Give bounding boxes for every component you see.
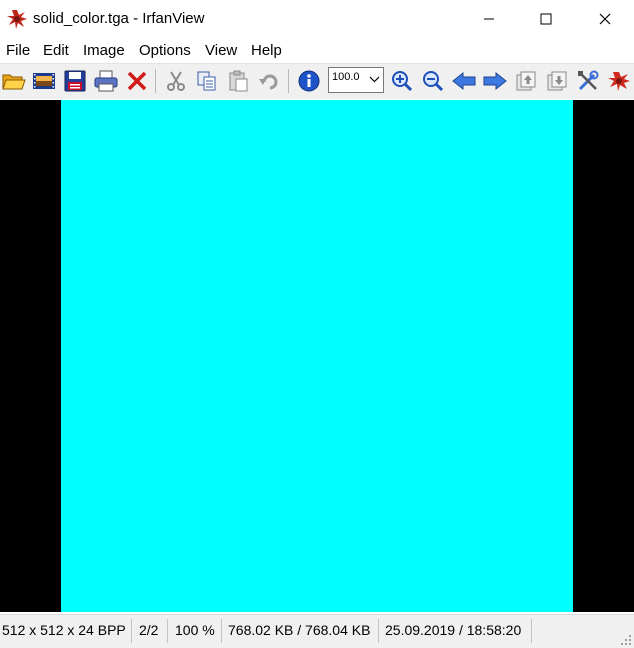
displayed-image	[61, 100, 573, 612]
menu-bar: File Edit Image Options View Help	[0, 38, 634, 63]
status-size: 768.02 KB / 768.04 KB	[228, 622, 371, 638]
image-viewport[interactable]	[0, 100, 634, 612]
zoom-out-icon	[423, 71, 444, 92]
properties-button[interactable]	[575, 68, 601, 94]
next-icon	[483, 71, 507, 91]
status-dimensions: 512 x 512 x 24 BPP	[2, 622, 126, 638]
zoom-select[interactable]: 100.0	[328, 67, 384, 93]
minimize-icon	[484, 18, 494, 20]
title-bar[interactable]: solid_color.tga - IrfanView	[0, 0, 634, 38]
open-button[interactable]	[1, 68, 27, 94]
first-icon	[516, 71, 536, 91]
menu-image[interactable]: Image	[83, 42, 125, 59]
copy-button[interactable]	[194, 68, 220, 94]
zoom-value: 100.0	[332, 71, 360, 83]
print-icon	[94, 70, 118, 92]
delete-button[interactable]	[124, 68, 150, 94]
undo-button[interactable]	[256, 68, 282, 94]
zoom-in-button[interactable]	[389, 68, 415, 94]
close-button[interactable]	[576, 0, 634, 38]
status-index: 2/2	[139, 622, 159, 638]
minimize-button[interactable]	[460, 0, 518, 38]
undo-icon	[259, 74, 278, 90]
status-divider	[131, 619, 132, 643]
status-divider	[167, 619, 168, 643]
first-image-button[interactable]	[513, 68, 539, 94]
info-icon	[298, 70, 320, 92]
toolbar: 100.0	[0, 63, 634, 99]
last-image-button[interactable]	[544, 68, 570, 94]
status-datetime: 25.09.2019 / 18:58:20	[385, 622, 522, 638]
delete-icon	[127, 71, 147, 91]
copy-icon	[197, 71, 216, 91]
print-button[interactable]	[93, 68, 119, 94]
previous-button[interactable]	[451, 68, 477, 94]
status-zoom: 100 %	[175, 622, 215, 638]
irfanview-button[interactable]	[606, 68, 632, 94]
menu-edit[interactable]: Edit	[43, 42, 69, 59]
cut-button[interactable]	[163, 68, 189, 94]
irfanview-window: solid_color.tga - IrfanView File Edit Im…	[0, 0, 634, 648]
status-divider	[221, 619, 222, 643]
menu-file[interactable]: File	[6, 42, 30, 59]
slideshow-button[interactable]	[31, 68, 57, 94]
save-icon	[64, 70, 86, 92]
chevron-down-icon	[369, 76, 380, 83]
irfanview-logo-icon	[608, 72, 630, 91]
maximize-icon	[540, 13, 552, 25]
save-button[interactable]	[62, 68, 88, 94]
last-icon	[547, 71, 567, 91]
maximize-button[interactable]	[517, 0, 575, 38]
toolbar-separator	[155, 69, 156, 93]
paste-button[interactable]	[225, 68, 251, 94]
open-icon	[2, 74, 26, 90]
menu-view[interactable]: View	[205, 42, 237, 59]
irfanview-app-icon	[7, 10, 27, 29]
resize-grip-icon[interactable]	[620, 634, 632, 646]
next-button[interactable]	[482, 68, 508, 94]
cut-icon	[167, 71, 185, 91]
menu-help[interactable]: Help	[251, 42, 282, 59]
slideshow-icon	[33, 73, 55, 89]
menu-options[interactable]: Options	[139, 42, 191, 59]
info-button[interactable]	[296, 68, 322, 94]
paste-icon	[229, 70, 248, 92]
toolbar-separator	[288, 69, 289, 93]
zoom-in-icon	[392, 71, 413, 92]
status-bar: 512 x 512 x 24 BPP 2/2 100 % 768.02 KB /…	[0, 614, 634, 648]
status-divider	[531, 619, 532, 643]
properties-icon	[578, 70, 599, 91]
status-divider	[378, 619, 379, 643]
window-title: solid_color.tga - IrfanView	[33, 10, 205, 27]
close-icon	[599, 13, 611, 25]
previous-icon	[452, 71, 476, 91]
zoom-out-button[interactable]	[420, 68, 446, 94]
